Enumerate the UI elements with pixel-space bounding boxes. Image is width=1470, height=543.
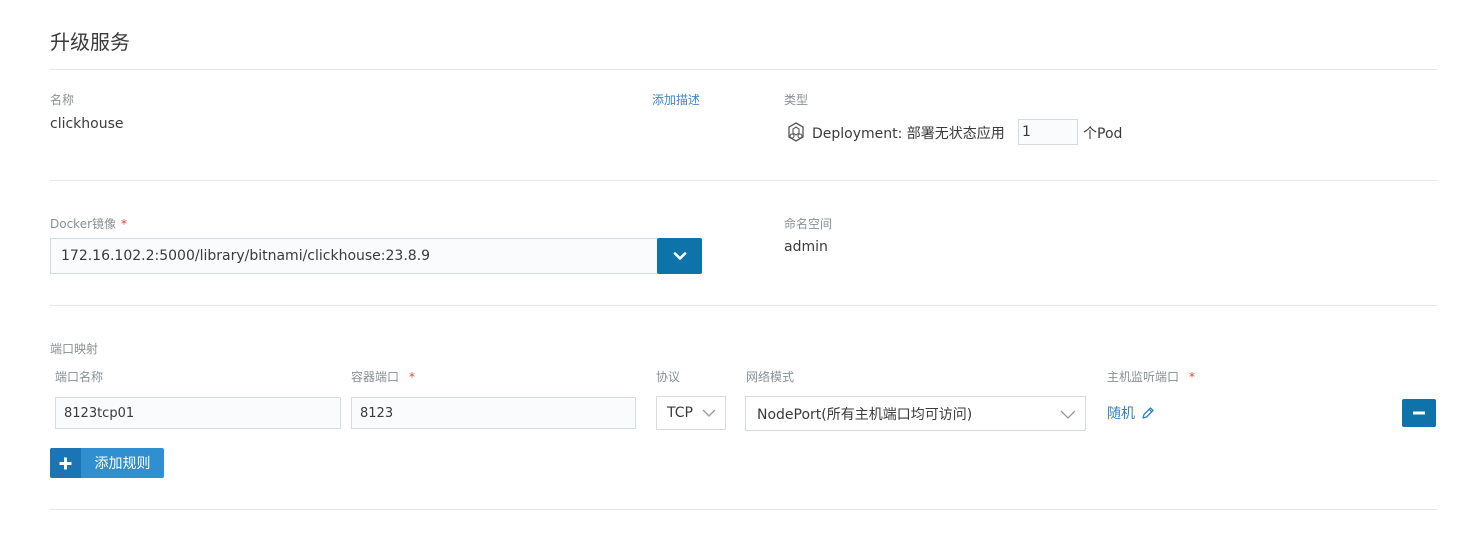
pod-unit-label: 个Pod <box>1083 126 1123 142</box>
protocol-select-value: TCP <box>667 405 693 421</box>
pencil-icon[interactable] <box>1141 406 1155 420</box>
port-name-input[interactable] <box>55 397 341 429</box>
required-mark: * <box>1189 370 1196 384</box>
divider <box>50 509 1437 510</box>
deployment-type-text: Deployment: 部署无状态应用 <box>812 126 1005 142</box>
page-title: 升级服务 <box>50 30 130 54</box>
docker-image-input[interactable] <box>50 238 658 274</box>
divider <box>50 305 1437 306</box>
host-port-header-text: 主机监听端口 <box>1107 370 1180 384</box>
host-port-random-text: 随机 <box>1107 406 1135 422</box>
port-name-header: 端口名称 <box>55 370 104 384</box>
remove-rule-button[interactable] <box>1402 399 1436 427</box>
deployment-icon <box>786 122 806 142</box>
replicas-input[interactable] <box>1018 119 1078 145</box>
protocol-header: 协议 <box>656 370 681 384</box>
add-rule-label: 添加规则 <box>94 456 151 472</box>
minus-icon <box>1413 411 1425 415</box>
chevron-down-icon <box>1060 410 1076 419</box>
namespace-value: admin <box>784 239 828 255</box>
chevron-down-icon <box>673 252 686 260</box>
container-port-input[interactable] <box>351 397 636 429</box>
network-mode-header: 网络模式 <box>746 370 795 384</box>
image-dropdown-button[interactable] <box>657 238 702 274</box>
service-name-value: clickhouse <box>50 116 124 132</box>
required-mark: * <box>121 217 128 231</box>
container-port-header: 容器端口 * <box>351 368 415 385</box>
host-port-random[interactable]: 随机 <box>1107 403 1155 423</box>
protocol-select[interactable]: TCP <box>656 396 726 430</box>
required-mark: * <box>409 370 416 384</box>
docker-image-label: Docker镜像 * <box>50 215 127 232</box>
add-description-link[interactable]: 添加描述 <box>652 91 700 108</box>
namespace-label: 命名空间 <box>784 217 833 231</box>
chevron-down-icon <box>702 409 716 417</box>
docker-image-label-text: Docker镜像 <box>50 217 117 231</box>
add-rule-button[interactable]: 添加规则 <box>50 448 164 478</box>
divider <box>50 69 1437 70</box>
network-mode-select[interactable]: NodePort(所有主机端口均可访问) <box>745 396 1086 431</box>
network-mode-select-value: NodePort(所有主机端口均可访问) <box>757 406 973 423</box>
name-label: 名称 <box>50 93 75 107</box>
plus-icon <box>50 448 81 478</box>
host-port-header: 主机监听端口 * <box>1107 368 1195 385</box>
type-label: 类型 <box>784 93 809 107</box>
container-port-header-text: 容器端口 <box>351 370 400 384</box>
divider <box>50 180 1437 181</box>
port-mapping-label: 端口映射 <box>50 342 99 356</box>
